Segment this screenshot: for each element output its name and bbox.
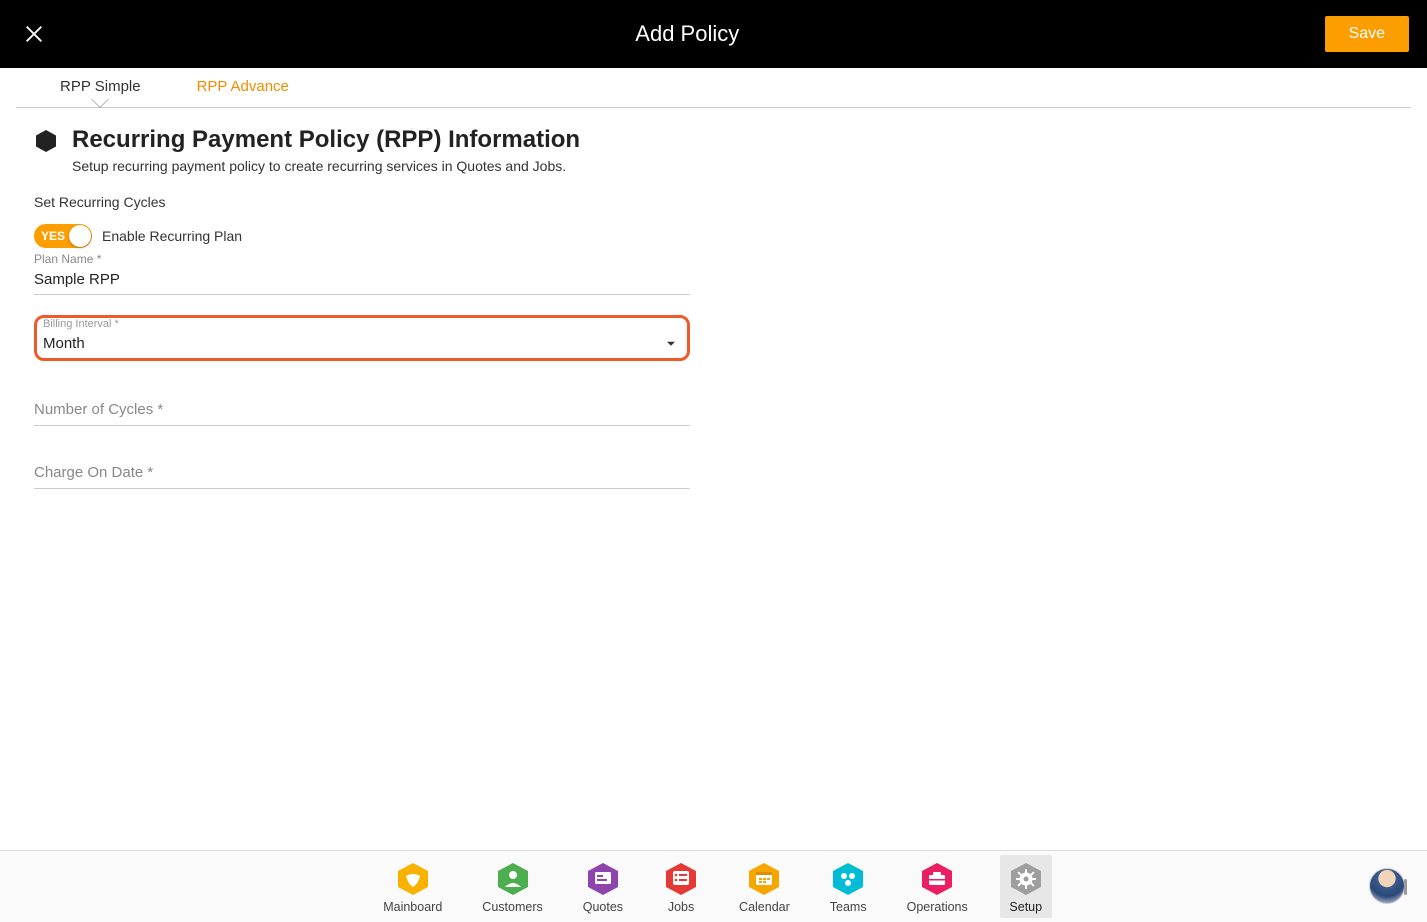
nav-mainboard-label: Mainboard — [383, 900, 442, 914]
content-area: Recurring Payment Policy (RPP) Informati… — [0, 108, 1427, 535]
close-icon — [23, 23, 45, 45]
cube-icon — [34, 129, 58, 153]
plan-name-label: Plan Name * — [34, 252, 690, 266]
charge-date-label: Charge On Date * — [34, 464, 153, 481]
num-cycles-label: Number of Cycles * — [34, 401, 163, 418]
nav-teams[interactable]: Teams — [822, 855, 875, 918]
billing-interval-value: Month — [43, 331, 681, 354]
nav-operations[interactable]: Operations — [899, 855, 976, 918]
nav-jobs-label: Jobs — [668, 900, 694, 914]
chevron-down-icon — [667, 341, 675, 345]
shield-icon — [395, 861, 431, 897]
close-button[interactable] — [18, 18, 50, 50]
calendar-icon — [746, 861, 782, 897]
nav-customers-label: Customers — [482, 900, 542, 914]
section-subtitle: Setup recurring payment policy to create… — [72, 158, 1393, 174]
gear-icon — [1008, 861, 1044, 897]
nav-quotes-label: Quotes — [583, 900, 623, 914]
bottom-nav: Mainboard Customers Quotes Jobs Calendar… — [0, 850, 1427, 922]
list-icon — [663, 861, 699, 897]
nav-teams-label: Teams — [830, 900, 867, 914]
tab-bar: RPP Simple RPP Advance — [16, 68, 1411, 108]
nav-calendar[interactable]: Calendar — [731, 855, 798, 918]
teams-icon — [830, 861, 866, 897]
section-title: Recurring Payment Policy (RPP) Informati… — [72, 126, 580, 154]
avatar[interactable] — [1369, 868, 1405, 904]
save-button[interactable]: Save — [1325, 16, 1409, 52]
enable-recurring-toggle[interactable]: YES — [34, 224, 92, 248]
nav-quotes[interactable]: Quotes — [575, 855, 631, 918]
tab-rpp-advance[interactable]: RPP Advance — [169, 68, 317, 107]
nav-jobs[interactable]: Jobs — [655, 855, 707, 918]
nav-calendar-label: Calendar — [739, 900, 790, 914]
billing-interval-highlight: Billing Interval * Month — [34, 315, 690, 361]
section-header: Recurring Payment Policy (RPP) Informati… — [34, 126, 1393, 154]
user-icon — [495, 861, 531, 897]
toggle-row: YES Enable Recurring Plan — [34, 224, 690, 248]
plan-name-value: Sample RPP — [34, 267, 690, 295]
set-cycles-label: Set Recurring Cycles — [34, 194, 690, 210]
page-title: Add Policy — [635, 21, 739, 47]
billing-interval-field[interactable]: Billing Interval * Month — [43, 318, 681, 354]
toggle-label: Enable Recurring Plan — [102, 228, 242, 244]
toggle-knob — [69, 225, 91, 247]
form-area: Set Recurring Cycles YES Enable Recurrin… — [34, 194, 690, 489]
charge-date-field[interactable]: Charge On Date * — [34, 454, 690, 489]
billing-interval-text: Month — [43, 335, 85, 352]
tab-rpp-simple[interactable]: RPP Simple — [32, 68, 169, 107]
nav-setup-label: Setup — [1009, 900, 1042, 914]
plan-name-field[interactable]: Plan Name * Sample RPP — [34, 252, 690, 295]
nav-operations-label: Operations — [907, 900, 968, 914]
num-cycles-field[interactable]: Number of Cycles * — [34, 391, 690, 426]
nav-customers[interactable]: Customers — [474, 855, 550, 918]
nav-setup[interactable]: Setup — [1000, 855, 1052, 918]
nav-mainboard[interactable]: Mainboard — [375, 855, 450, 918]
header-bar: Add Policy Save — [0, 0, 1427, 68]
briefcase-icon — [919, 861, 955, 897]
billing-interval-label: Billing Interval * — [43, 318, 681, 330]
toggle-state: YES — [34, 229, 65, 243]
document-icon — [585, 861, 621, 897]
